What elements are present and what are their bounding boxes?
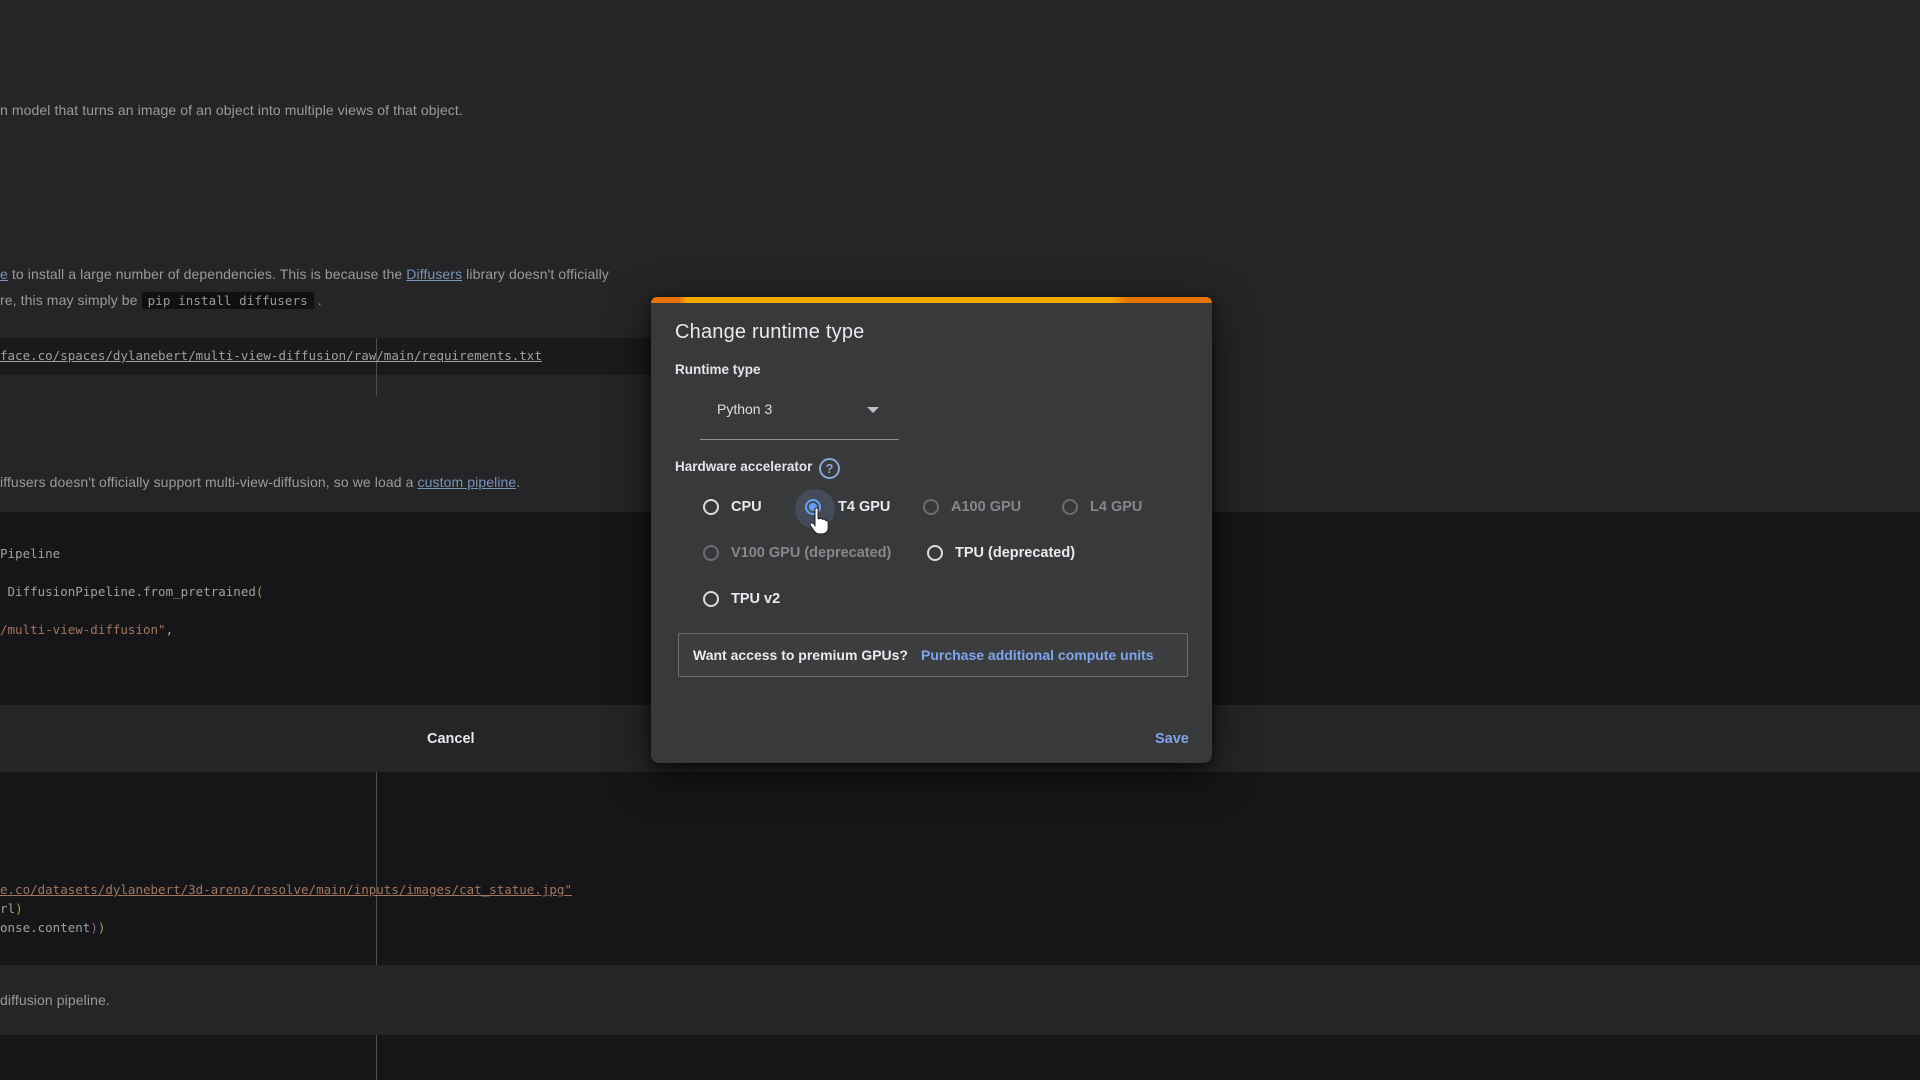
- radio-icon[interactable]: [703, 499, 719, 515]
- radio-label: TPU v2: [731, 591, 780, 607]
- radio-label: V100 GPU (deprecated): [731, 545, 891, 561]
- requirements-url-link[interactable]: face.co/spaces/dylanebert/multi-view-dif…: [0, 348, 542, 363]
- radio-option-cpu[interactable]: CPU: [703, 499, 762, 515]
- diffusers-link[interactable]: Diffusers: [406, 266, 462, 282]
- colab-notebook-page: n model that turns an image of an object…: [0, 0, 1920, 1080]
- radio-label: TPU (deprecated): [955, 545, 1075, 561]
- radio-label: A100 GPU: [951, 499, 1021, 515]
- code-cell-band: [0, 772, 1920, 965]
- hardware-accelerator-label: Hardware accelerator: [675, 459, 812, 474]
- custom-pipeline-paragraph: iffusers doesn't officially support mult…: [0, 472, 520, 492]
- help-icon[interactable]: ?: [819, 458, 840, 479]
- code-line: rl): [0, 901, 23, 916]
- radio-icon[interactable]: [703, 545, 719, 561]
- radio-icon[interactable]: [923, 499, 939, 515]
- radio-option-tpu-v2[interactable]: TPU v2: [703, 591, 780, 607]
- premium-gpu-banner: Want access to premium GPUs? Purchase ad…: [678, 633, 1188, 677]
- save-button[interactable]: Save: [1145, 724, 1199, 754]
- dependencies-paragraph-line1: e to install a large number of dependenc…: [0, 264, 609, 284]
- intro-paragraph: n model that turns an image of an object…: [0, 100, 463, 120]
- custom-pipeline-link[interactable]: custom pipeline: [418, 474, 517, 490]
- dependencies-paragraph-line2: re, this may simply be pip install diffu…: [0, 290, 322, 311]
- truncated-link[interactable]: e: [0, 266, 8, 282]
- runtime-type-label: Runtime type: [675, 362, 761, 377]
- radio-label: T4 GPU: [838, 499, 890, 515]
- cell-divider-line: [376, 1035, 377, 1080]
- code-line: onse.content)): [0, 920, 105, 935]
- radio-label: CPU: [731, 499, 762, 515]
- cell-divider-line: [376, 772, 377, 965]
- purchase-compute-units-link[interactable]: Purchase additional compute units: [921, 647, 1154, 663]
- bottom-paragraph: diffusion pipeline.: [0, 990, 110, 1010]
- radio-label: L4 GPU: [1090, 499, 1142, 515]
- cancel-button[interactable]: Cancel: [417, 724, 485, 754]
- radio-icon[interactable]: [927, 545, 943, 561]
- chevron-down-icon[interactable]: [867, 407, 879, 413]
- radio-option-v100-gpu[interactable]: V100 GPU (deprecated): [703, 545, 891, 561]
- runtime-type-select[interactable]: Python 3: [717, 401, 772, 417]
- change-runtime-type-dialog: Change runtime type Runtime type Python …: [651, 297, 1212, 763]
- radio-icon[interactable]: [1062, 499, 1078, 515]
- dialog-title: Change runtime type: [675, 321, 864, 344]
- code-line-url[interactable]: e.co/datasets/dylanebert/3d-arena/resolv…: [0, 882, 572, 897]
- mouse-cursor-icon: [806, 506, 832, 536]
- radio-option-l4-gpu[interactable]: L4 GPU: [1062, 499, 1142, 515]
- code-line: DiffusionPipeline.from_pretrained(: [0, 584, 263, 599]
- radio-option-a100-gpu[interactable]: A100 GPU: [923, 499, 1021, 515]
- radio-option-tpu-deprecated[interactable]: TPU (deprecated): [927, 545, 1075, 561]
- code-line: /multi-view-diffusion",: [0, 622, 173, 637]
- radio-icon[interactable]: [703, 591, 719, 607]
- inline-code-chip: pip install diffusers: [142, 292, 314, 309]
- premium-banner-text: Want access to premium GPUs?: [693, 647, 908, 663]
- code-cell-band: [0, 1035, 1920, 1080]
- cell-divider-line: [376, 338, 377, 396]
- dialog-accent-bar: [651, 297, 1212, 303]
- select-underline: [700, 439, 899, 440]
- code-line: Pipeline: [0, 546, 60, 561]
